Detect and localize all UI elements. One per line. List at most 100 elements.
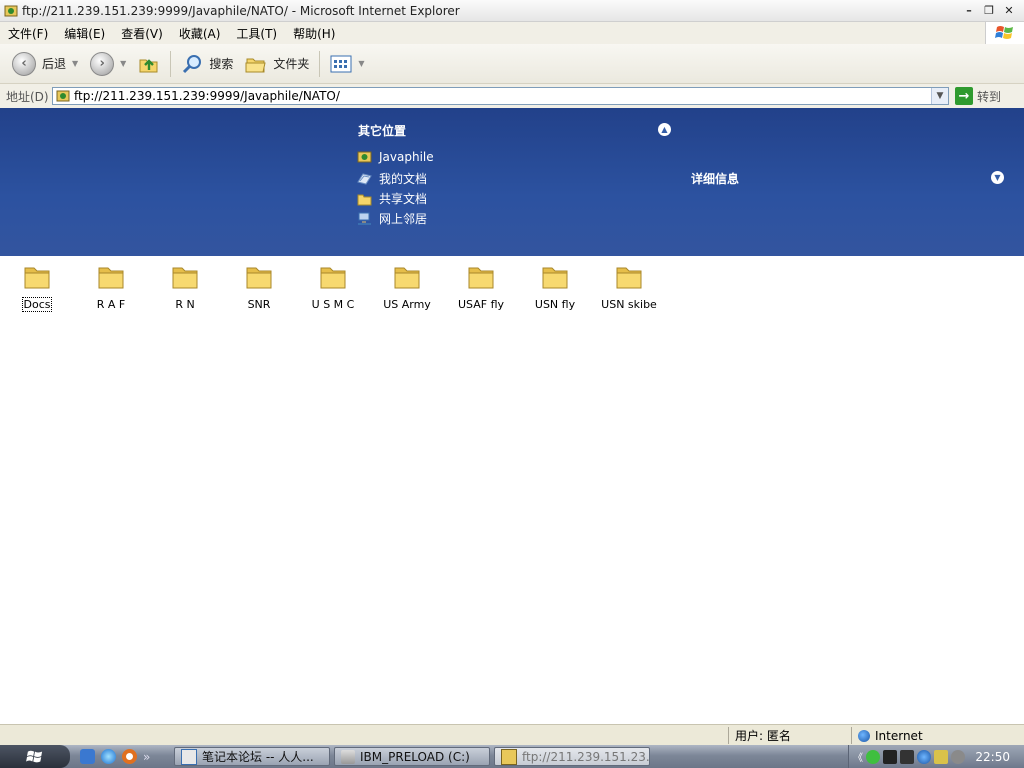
quicklaunch-more-icon[interactable]: » [143,750,150,764]
task-button[interactable]: IBM_PRELOAD (C:) [334,747,490,766]
toolbar-separator [319,50,321,77]
tray-qq2-icon[interactable] [900,749,914,764]
go-arrow-icon: → [955,87,973,105]
shared-folder-icon [357,194,372,205]
address-input[interactable]: ftp://211.239.151.239:9999/Javaphile/NAT… [74,89,931,103]
folder-name[interactable]: R N [174,298,195,311]
folder-name[interactable]: USAF fly [457,298,505,311]
ie-page-icon [181,748,197,765]
address-dropdown-icon[interactable]: ▼ [931,88,948,104]
quick-launch: » [80,749,170,764]
task-button-active[interactable]: ftp://211.239.151.23... [494,747,650,766]
folders-label: 文件夹 [273,57,310,71]
ie-quicklaunch-icon[interactable] [80,749,95,764]
other-places-title[interactable]: 其它位置 [358,122,406,139]
forward-arrow-icon: › [90,51,115,76]
place-link-javaphile[interactable]: Javaphile [357,150,434,164]
folder-item[interactable]: U S M C [296,264,370,311]
menu-view[interactable]: 查看(V) [113,25,171,42]
menu-help[interactable]: 帮助(H) [285,25,343,42]
back-dropdown-icon[interactable]: ▼ [72,59,78,68]
ftp-folder-icon [357,151,372,163]
folder-name[interactable]: U S M C [311,298,356,311]
go-label: 转到 [977,89,1002,104]
tray-network-icon[interactable] [917,749,931,764]
place-link-label[interactable]: 共享文档 [379,190,427,207]
folder-name[interactable]: Docs [21,297,53,312]
start-button[interactable] [0,745,70,768]
menu-tools[interactable]: 工具(T) [228,25,285,42]
up-folder-button[interactable] [132,48,166,80]
collapse-up-icon[interactable]: ▲ [658,123,671,136]
details-title[interactable]: 详细信息 [691,170,739,187]
folder-name[interactable]: US Army [382,298,432,311]
clock: 22:50 [975,749,1010,764]
taskbar: » 笔记本论坛 -- 人人... IBM_PRELOAD (C:) ftp://… [0,745,1024,768]
folder-name[interactable]: USN skibe [600,298,658,311]
place-link-shared-documents[interactable]: 共享文档 [357,190,427,207]
browser-quicklaunch-icon[interactable] [101,749,116,764]
tray-expand-icon[interactable]: 《 [853,749,863,764]
menu-file[interactable]: 文件(F) [0,25,56,42]
tray-qq-icon[interactable] [883,749,897,764]
task-label: ftp://211.239.151.23... [522,749,650,764]
place-link-network-places[interactable]: 网上邻居 [357,210,427,227]
folder-name[interactable]: USN fly [534,298,576,311]
ftp-icon [56,90,70,102]
menu-favorites[interactable]: 收藏(A) [171,25,229,42]
file-list: Docs R A F R N SNR U S M C US Army USAF … [0,256,1024,724]
address-field[interactable]: ftp://211.239.151.239:9999/Javaphile/NAT… [52,87,949,105]
my-documents-icon [357,172,372,185]
go-button[interactable]: → 转到 [955,87,1001,105]
back-label: 后退 [42,57,67,71]
address-label: 地址(D) [6,89,49,104]
forward-button[interactable]: › ▼ [84,48,132,80]
status-bar: 用户: 匿名 Internet [0,724,1024,746]
views-icon [330,55,352,72]
network-places-icon [358,212,371,225]
menu-edit[interactable]: 编辑(E) [56,25,113,42]
folder-item[interactable]: US Army [370,264,444,311]
folder-item[interactable]: USN fly [518,264,592,311]
folder-icon [616,267,642,289]
search-button[interactable]: 搜索 [175,48,239,80]
folder-item[interactable]: R N [148,264,222,311]
views-button[interactable]: ▼ [324,48,370,80]
folder-name[interactable]: R A F [96,298,127,311]
tray-pen-icon[interactable] [934,749,948,764]
folder-item[interactable]: USAF fly [444,264,518,311]
folder-item[interactable]: Docs [0,264,74,312]
views-dropdown-icon[interactable]: ▼ [358,59,364,68]
expand-down-icon[interactable]: ▼ [991,171,1004,184]
toolbar: ‹ 后退 ▼ › ▼ 搜索 文件夹 ▼ [0,44,1024,84]
place-link-label[interactable]: 网上邻居 [379,210,427,227]
internet-globe-icon [858,729,870,742]
task-panel: 其它位置 ▲ Javaphile 我的文档 共享文档 网上邻居 详细信息 ▼ [0,108,1024,256]
restore-button[interactable]: ❐ [982,4,996,18]
folder-icon [320,267,346,289]
place-link-my-documents[interactable]: 我的文档 [357,170,427,187]
window-title: ftp://211.239.151.239:9999/Javaphile/NAT… [22,3,460,18]
place-link-label[interactable]: Javaphile [379,150,434,164]
task-label: 笔记本论坛 -- 人人... [202,750,314,764]
folder-name[interactable]: SNR [247,298,272,311]
folder-item[interactable]: R A F [74,264,148,311]
back-button[interactable]: ‹ 后退 ▼ [6,48,84,80]
forward-dropdown-icon[interactable]: ▼ [120,59,126,68]
place-link-label[interactable]: 我的文档 [379,170,427,187]
task-button[interactable]: 笔记本论坛 -- 人人... [174,747,330,766]
status-user: 用户: 匿名 [728,727,851,744]
tray-volume-icon[interactable] [951,749,965,764]
search-icon [183,54,202,73]
folder-item[interactable]: USN skibe [592,264,666,311]
minimize-button[interactable]: – [962,4,976,18]
task-label: IBM_PRELOAD (C:) [360,749,470,764]
folder-icon [98,267,124,289]
close-button[interactable]: ✕ [1002,4,1016,18]
tray-green-icon[interactable] [866,749,880,764]
folder-item[interactable]: SNR [222,264,296,311]
media-player-quicklaunch-icon[interactable] [122,749,137,764]
folder-icon [246,267,272,289]
windows-flag-icon [26,750,43,762]
folders-button[interactable]: 文件夹 [239,48,315,80]
